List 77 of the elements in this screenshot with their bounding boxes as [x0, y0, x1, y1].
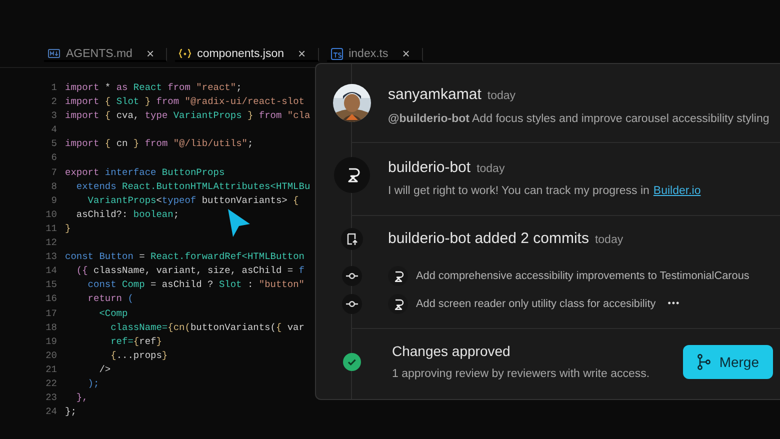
line-number: 13	[44, 250, 58, 264]
line-number: 22	[44, 376, 58, 391]
code-line: return (	[86, 292, 134, 306]
code-line: className={cn(buttonVariants({ var	[110, 320, 304, 335]
line-number: 4	[50, 123, 58, 138]
line-number: 3	[50, 109, 58, 124]
code-line: };	[65, 405, 76, 420]
branch-icon	[697, 354, 712, 370]
code-line: const Comp = asChild ? Slot : "button"	[86, 278, 304, 292]
code-line: {...props}	[110, 348, 168, 363]
link[interactable]: Builder.io	[653, 183, 701, 200]
code-line: />	[98, 362, 111, 377]
line-number: 18	[44, 320, 58, 335]
code-line: import { Slot } from "@radix-ui/react-slot	[65, 95, 304, 110]
code-line: export interface ButtonProps	[65, 166, 225, 180]
check-icon	[343, 353, 361, 372]
code-line: asChild?: boolean;	[75, 208, 180, 222]
timestamp: today	[487, 89, 516, 104]
commit-icon	[342, 266, 362, 286]
close-icon[interactable]: ×	[146, 47, 154, 61]
commit-icon	[342, 294, 362, 314]
author-name: builderio-bot	[388, 158, 471, 178]
code-line: import { cva, type VariantProps } from "cla	[65, 109, 310, 124]
merge-button[interactable]: Merge	[683, 345, 773, 380]
bot-logo-icon	[388, 266, 408, 286]
cursor-icon	[226, 207, 252, 239]
line-number: 19	[44, 334, 58, 349]
code-line: );	[86, 376, 100, 391]
line-number: 12	[44, 236, 58, 250]
approval-title: Changes approved	[392, 342, 512, 361]
file-tab[interactable]: AGENTS.md ×	[44, 48, 168, 62]
line-number: 7	[50, 166, 58, 180]
line-number: 8	[50, 180, 58, 194]
line-number: 14	[44, 264, 58, 278]
line-number: 17	[44, 306, 58, 320]
markdown-file-icon	[48, 48, 60, 60]
approval-text: 1 approving review by reviewers with write access.	[392, 367, 651, 382]
json-file-icon	[179, 48, 192, 60]
code-line: }	[65, 222, 71, 236]
timestamp: today	[594, 232, 624, 248]
close-icon[interactable]: ×	[402, 47, 410, 61]
line-number: 10	[44, 208, 58, 222]
line-number: 20	[44, 348, 58, 363]
commit-message: Add screen reader only utility class for accesibility	[416, 296, 656, 312]
line-number: 9	[50, 194, 58, 208]
comment-text: I will get right to work! You can track my progress in	[388, 184, 650, 200]
line-number: 2	[50, 95, 58, 110]
line-number: 23	[44, 391, 58, 406]
close-icon[interactable]: ×	[298, 47, 306, 61]
comment-text: @builderio-bot Add focus styles and improve carousel accessibility styling	[388, 112, 770, 126]
timestamp: today	[476, 162, 505, 177]
typescript-file-icon	[330, 48, 343, 60]
code-line: extends React.ButtonHTMLAttributes<HTMLBu	[75, 180, 310, 194]
code-line: const Button = React.forwardRef<HTMLButton	[65, 250, 304, 264]
line-number: 21	[44, 362, 58, 377]
bot-logo-icon	[334, 156, 370, 193]
code-line: VariantProps<typeof buttonVariants> {	[86, 194, 299, 208]
line-number: 24	[44, 405, 58, 420]
code-line: <Comp	[98, 306, 128, 320]
code-line: ref={ref}	[110, 334, 162, 349]
code-line: ({ className, variant, size, asChild = f	[75, 264, 304, 278]
document-icon	[341, 228, 363, 250]
line-number: 16	[44, 292, 58, 306]
commit-message: Add comprehensive accessibility improvements to TestimonialCarous	[416, 268, 750, 284]
timeline-event-title: builderio-bot added 2 commits	[388, 228, 589, 248]
author-name: sanyamkamat	[388, 85, 482, 105]
line-number: 1	[50, 81, 58, 95]
line-number: 11	[44, 222, 58, 236]
bot-logo-icon	[388, 294, 408, 314]
line-number: 15	[44, 278, 58, 292]
code-line: },	[75, 391, 88, 406]
more-button[interactable]: •••	[668, 297, 680, 311]
file-tab[interactable]: components.json ×	[175, 48, 319, 62]
line-number: 6	[50, 151, 58, 166]
line-number: 5	[50, 137, 58, 152]
code-line: import * as React from "react";	[65, 81, 242, 95]
code-line: import { cn } from "@/lib/utils";	[65, 137, 254, 152]
